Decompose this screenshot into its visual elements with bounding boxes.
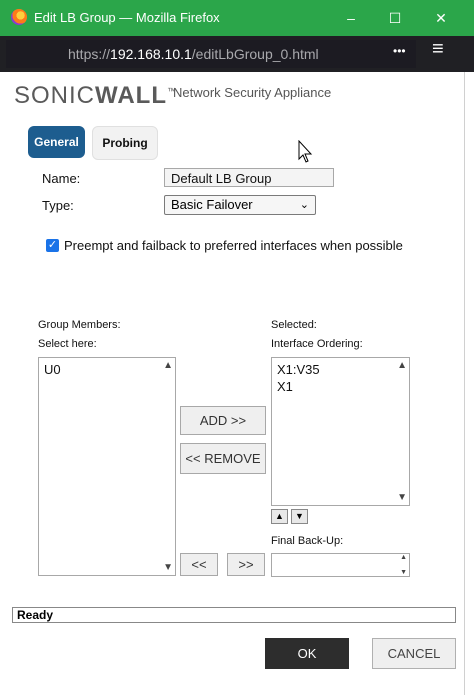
scroll-up-icon[interactable]: ▲	[163, 360, 173, 371]
hamburger-menu-icon[interactable]: ≡	[432, 38, 444, 61]
appliance-tagline: Network Security Appliance	[173, 85, 332, 100]
group-members-label: Group Members:	[38, 319, 121, 331]
window-title-bar[interactable]: Edit LB Group — Mozilla Firefox – ☐ ✕	[0, 0, 474, 36]
tab-general[interactable]: General	[28, 126, 85, 158]
ok-button[interactable]: OK	[265, 638, 349, 669]
scroll-down-icon[interactable]: ▼	[397, 492, 407, 503]
type-select[interactable]: Basic Failover ⌄	[164, 195, 316, 215]
logo-part-wall: WALL	[95, 82, 167, 109]
close-button[interactable]: ✕	[426, 6, 456, 30]
move-down-button[interactable]: ▼	[291, 509, 308, 524]
logo-part-sonic: SONIC	[14, 82, 96, 109]
type-select-value: Basic Failover	[171, 197, 253, 212]
scroll-up-icon[interactable]: ▲	[400, 554, 407, 561]
url-bar: https://192.168.10.1/editLbGroup_0.html …	[0, 36, 474, 97]
scroll-down-icon[interactable]: ▼	[163, 562, 173, 573]
window-title: Edit LB Group — Mozilla Firefox	[34, 10, 220, 25]
move-left-button[interactable]: <<	[180, 553, 218, 576]
name-input[interactable]: Default LB Group	[164, 168, 334, 187]
chevron-down-icon: ⌄	[299, 199, 309, 211]
remove-button[interactable]: << REMOVE	[180, 443, 266, 474]
list-item[interactable]: U0	[44, 362, 61, 377]
status-bar: Ready	[12, 607, 456, 623]
preempt-checkbox[interactable]: ✓	[46, 239, 59, 252]
maximize-button[interactable]: ☐	[380, 6, 410, 30]
final-backup-label: Final Back-Up:	[271, 535, 344, 547]
preempt-label: Preempt and failback to preferred interf…	[64, 238, 403, 253]
url-scheme: https://	[68, 46, 111, 62]
selected-label: Selected:	[271, 319, 317, 331]
list-item[interactable]: X1	[277, 379, 293, 394]
final-backup-list[interactable]: ▲ ▼	[271, 553, 410, 577]
sonicwall-logo: SONICWALL™	[14, 82, 177, 110]
firefox-logo-icon	[11, 9, 27, 25]
background-page-right	[464, 72, 474, 695]
page-actions-icon[interactable]: •••	[393, 44, 406, 58]
interface-ordering-list[interactable]: X1:V35 X1 ▲ ▼	[271, 357, 410, 506]
cancel-button[interactable]: CANCEL	[372, 638, 456, 669]
name-label: Name:	[42, 171, 81, 186]
move-right-button[interactable]: >>	[227, 553, 265, 576]
mouse-cursor-icon	[298, 140, 313, 163]
tab-probing[interactable]: Probing	[92, 126, 158, 160]
scroll-down-icon[interactable]: ▼	[400, 569, 407, 576]
url-text[interactable]: https://192.168.10.1/editLbGroup_0.html	[68, 46, 319, 62]
scroll-up-icon[interactable]: ▲	[397, 360, 407, 371]
available-members-list[interactable]: U0 ▲ ▼	[38, 357, 176, 576]
minimize-button[interactable]: –	[336, 6, 366, 30]
type-label: Type:	[42, 198, 74, 213]
move-up-button[interactable]: ▲	[271, 509, 288, 524]
select-here-label: Select here:	[38, 338, 97, 350]
add-button[interactable]: ADD >>	[180, 406, 266, 435]
interface-ordering-label: Interface Ordering:	[271, 338, 363, 350]
url-host: 192.168.10.1	[110, 46, 192, 62]
url-path: /editLbGroup_0.html	[191, 46, 319, 62]
list-item[interactable]: X1:V35	[277, 362, 320, 377]
